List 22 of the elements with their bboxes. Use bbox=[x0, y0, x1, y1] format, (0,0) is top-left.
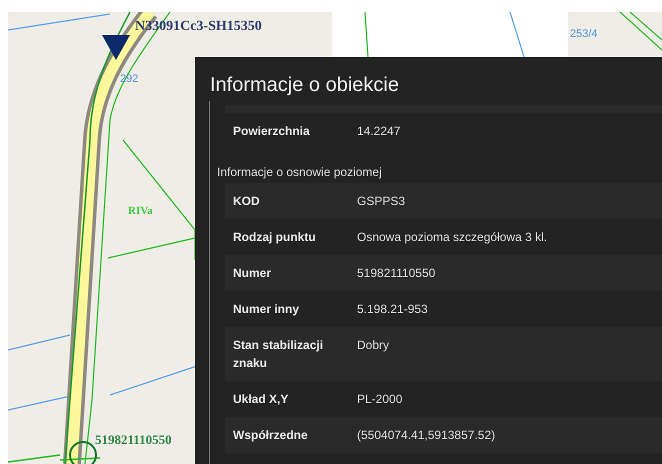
parcel-number: 253/4 bbox=[570, 28, 598, 40]
property-value: 5.198.21-953 bbox=[357, 301, 428, 318]
property-label: Układ X,Y bbox=[232, 391, 290, 408]
property-value: GSPPS3 bbox=[357, 193, 406, 210]
property-value: PL-2000 bbox=[357, 391, 402, 408]
property-label: Stan stabilizacji znaku bbox=[232, 337, 324, 372]
property-label: Numer bbox=[232, 265, 272, 282]
property-value: 14.2247 bbox=[357, 123, 400, 140]
point-marker-icon bbox=[102, 35, 130, 60]
property-label: Numer inny bbox=[232, 301, 300, 318]
property-label: KOD bbox=[232, 193, 261, 210]
panel-title: Informacje o obiekcie bbox=[210, 73, 399, 98]
property-value: (5504074.41,5913857.52) bbox=[357, 427, 496, 444]
property-value: 519821110550 bbox=[357, 265, 436, 282]
section-heading: Informacje o osnowie poziomej bbox=[217, 164, 383, 181]
property-value: Osnowa pozioma szczegółowa 3 kl. bbox=[357, 229, 548, 246]
point-number-label: 519821110550 bbox=[95, 432, 172, 447]
property-value: Dobry bbox=[357, 337, 390, 354]
property-label: Powierzchnia bbox=[232, 123, 311, 140]
property-label: Współrzedne bbox=[232, 427, 309, 444]
property-label: Rodzaj punktu bbox=[232, 229, 317, 246]
landuse-label: RIVa bbox=[128, 205, 153, 217]
